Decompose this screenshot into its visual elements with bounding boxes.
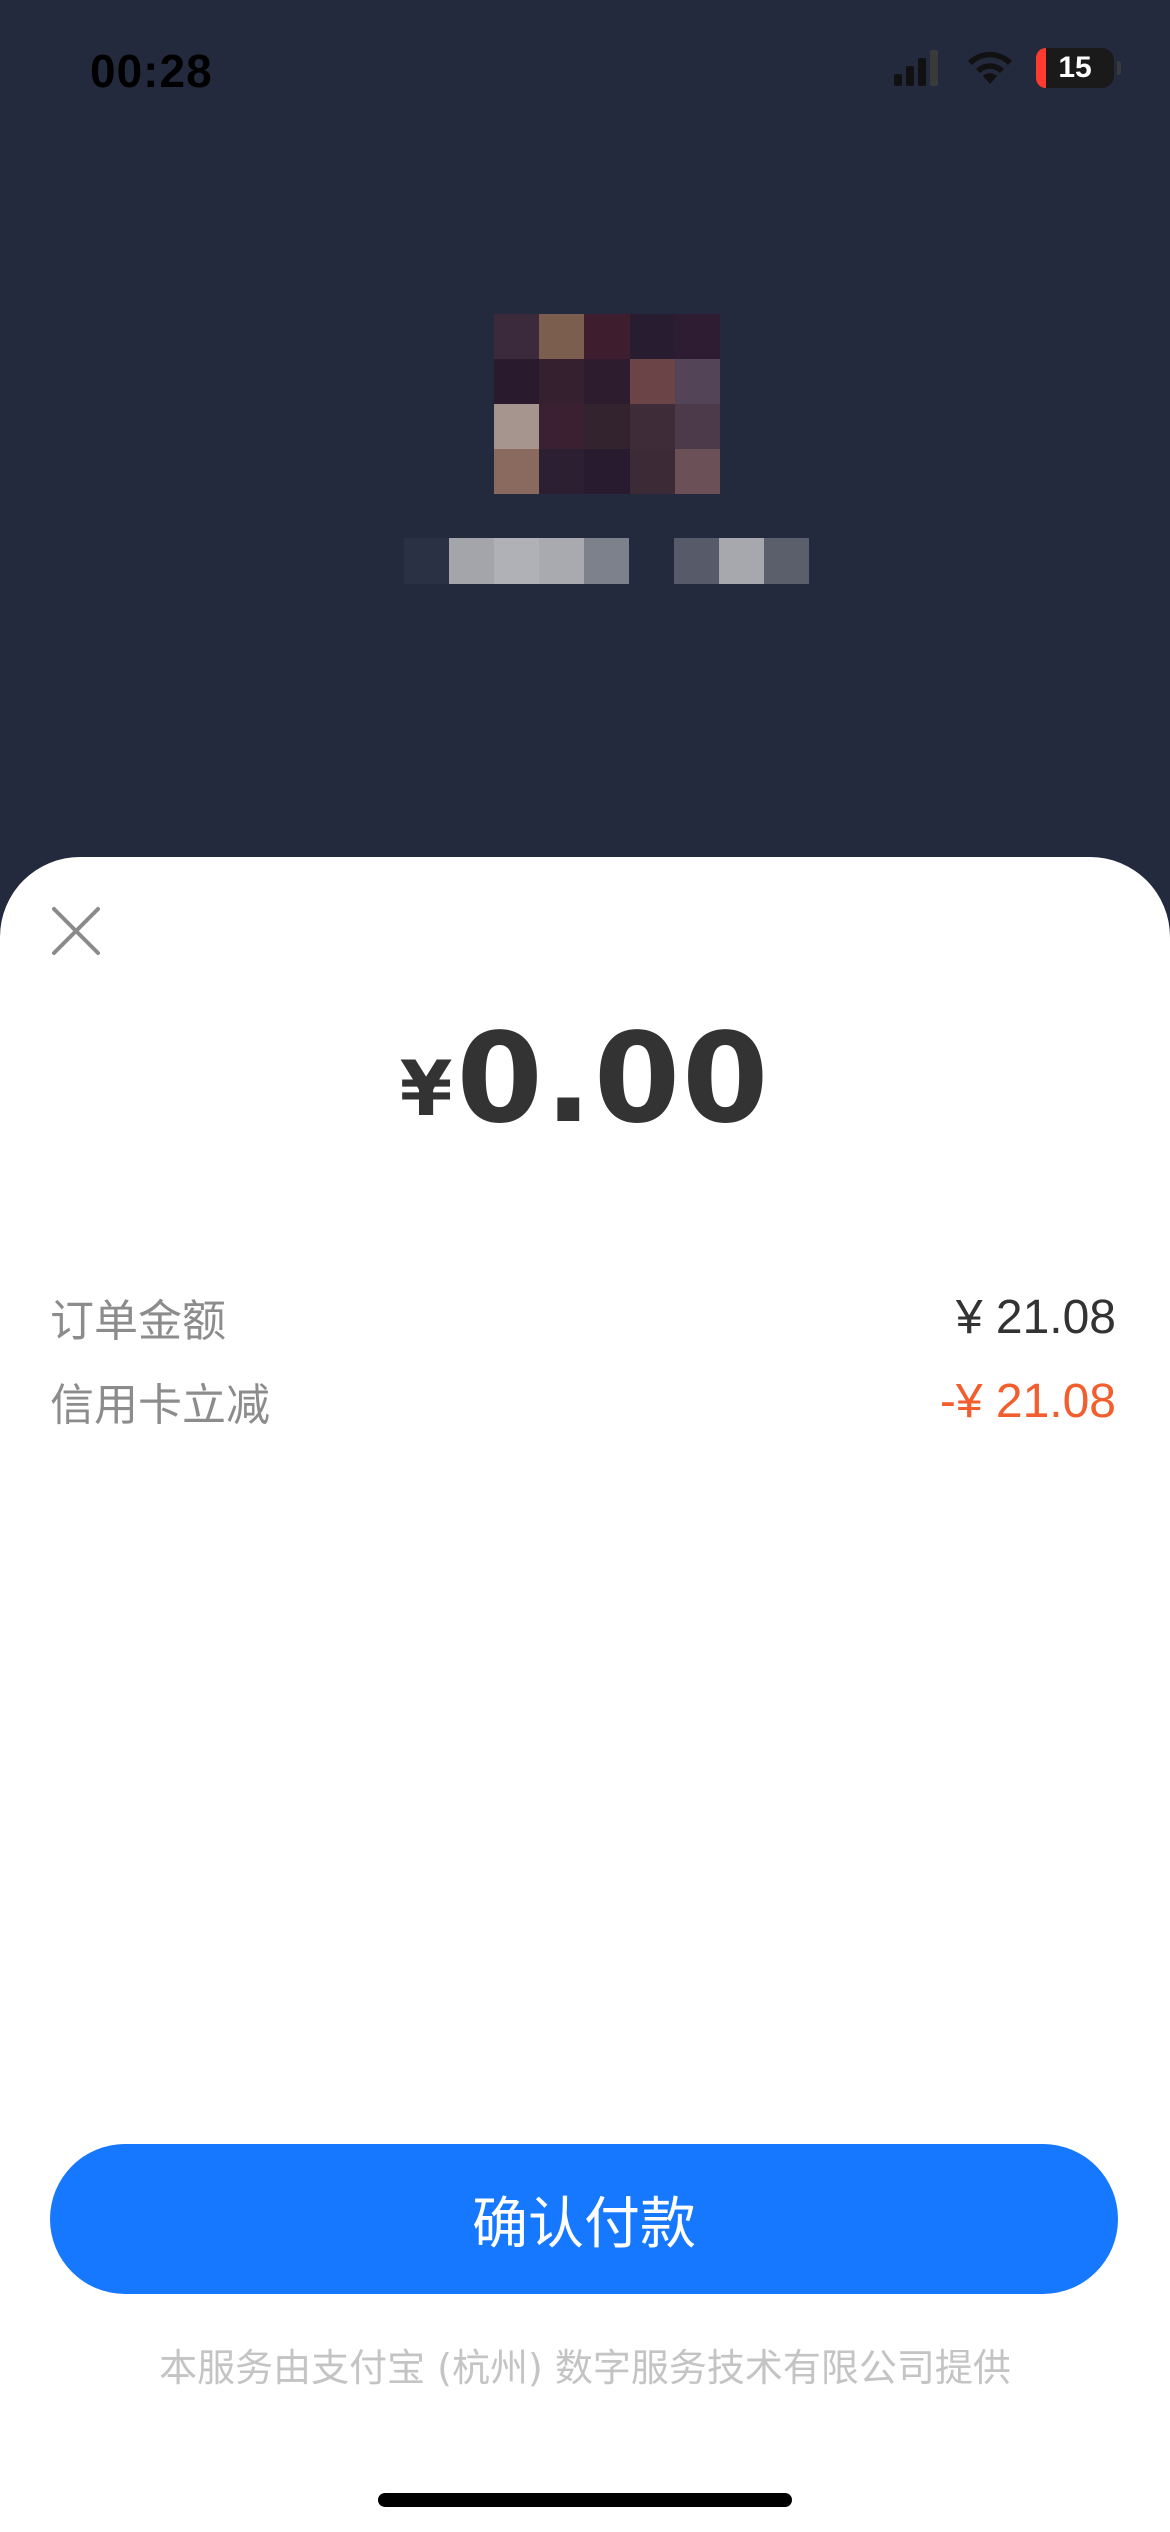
- avatar-pixel: [629, 359, 675, 404]
- name-pixel: [449, 538, 494, 584]
- name-pixel: [584, 538, 629, 584]
- payment-screen: 00:28 15 ¥0.00 订单金额 ¥ 21.08 信用卡立减 -¥ 21.…: [0, 0, 1170, 2532]
- credit-card-discount-row: 信用卡立减 -¥ 21.08: [50, 1371, 1116, 1432]
- battery-indicator: 15: [1036, 48, 1121, 88]
- avatar-pixel: [674, 449, 720, 494]
- avatar-pixel: [674, 314, 720, 359]
- credit-card-discount-value: -¥ 21.08: [939, 1374, 1116, 1428]
- avatar-pixel: [629, 314, 675, 359]
- name-pixel: [719, 538, 764, 584]
- cellular-signal-icon: [894, 50, 938, 86]
- merchant-avatar: [494, 314, 720, 494]
- credit-card-discount-label: 信用卡立减: [50, 1380, 270, 1431]
- avatar-pixel: [494, 359, 540, 404]
- avatar-pixel: [674, 404, 720, 449]
- close-icon: [52, 907, 100, 955]
- avatar-pixel: [674, 359, 720, 404]
- order-amount-row: 订单金额 ¥ 21.08: [50, 1287, 1116, 1348]
- close-button[interactable]: [48, 903, 104, 959]
- service-provider-note: 本服务由支付宝 (杭州) 数字服务技术有限公司提供: [159, 2346, 1011, 2390]
- name-pixel: [629, 538, 674, 584]
- amount-value: 0.00: [456, 1007, 771, 1151]
- order-amount-value: ¥ 21.08: [955, 1290, 1116, 1344]
- battery-cap: [1117, 61, 1121, 75]
- wifi-icon: [968, 51, 1012, 84]
- avatar-pixel: [584, 314, 630, 359]
- status-icons: 15: [892, 48, 1121, 88]
- avatar-pixel: [539, 314, 585, 359]
- order-amount-label: 订单金额: [50, 1296, 226, 1347]
- name-pixel: [674, 538, 719, 584]
- battery-level: 15: [1058, 51, 1092, 84]
- amount-currency: ¥: [399, 1044, 453, 1133]
- confirm-payment-button[interactable]: 确认付款: [50, 2144, 1118, 2294]
- avatar-pixel: [539, 359, 585, 404]
- avatar-pixel: [539, 449, 585, 494]
- avatar-pixel: [584, 359, 630, 404]
- avatar-pixel: [584, 449, 630, 494]
- payment-sheet: ¥0.00 订单金额 ¥ 21.08 信用卡立减 -¥ 21.08 确认付款 本…: [0, 857, 1170, 2532]
- battery-fill: [1036, 48, 1046, 88]
- name-pixel: [404, 538, 449, 584]
- avatar-pixel: [494, 449, 540, 494]
- avatar-pixel: [584, 404, 630, 449]
- home-indicator[interactable]: [378, 2493, 792, 2507]
- name-pixel: [764, 538, 809, 584]
- status-time: 00:28: [90, 45, 213, 97]
- name-pixel: [494, 538, 539, 584]
- avatar-pixel: [494, 314, 540, 359]
- name-pixel: [539, 538, 584, 584]
- payment-amount: ¥0.00: [0, 1007, 1170, 1151]
- merchant-name-redacted: [404, 538, 809, 584]
- avatar-pixel: [539, 404, 585, 449]
- status-bar: 00:28 15: [0, 0, 1170, 150]
- avatar-pixel: [494, 404, 540, 449]
- avatar-pixel: [629, 404, 675, 449]
- avatar-pixel: [629, 449, 675, 494]
